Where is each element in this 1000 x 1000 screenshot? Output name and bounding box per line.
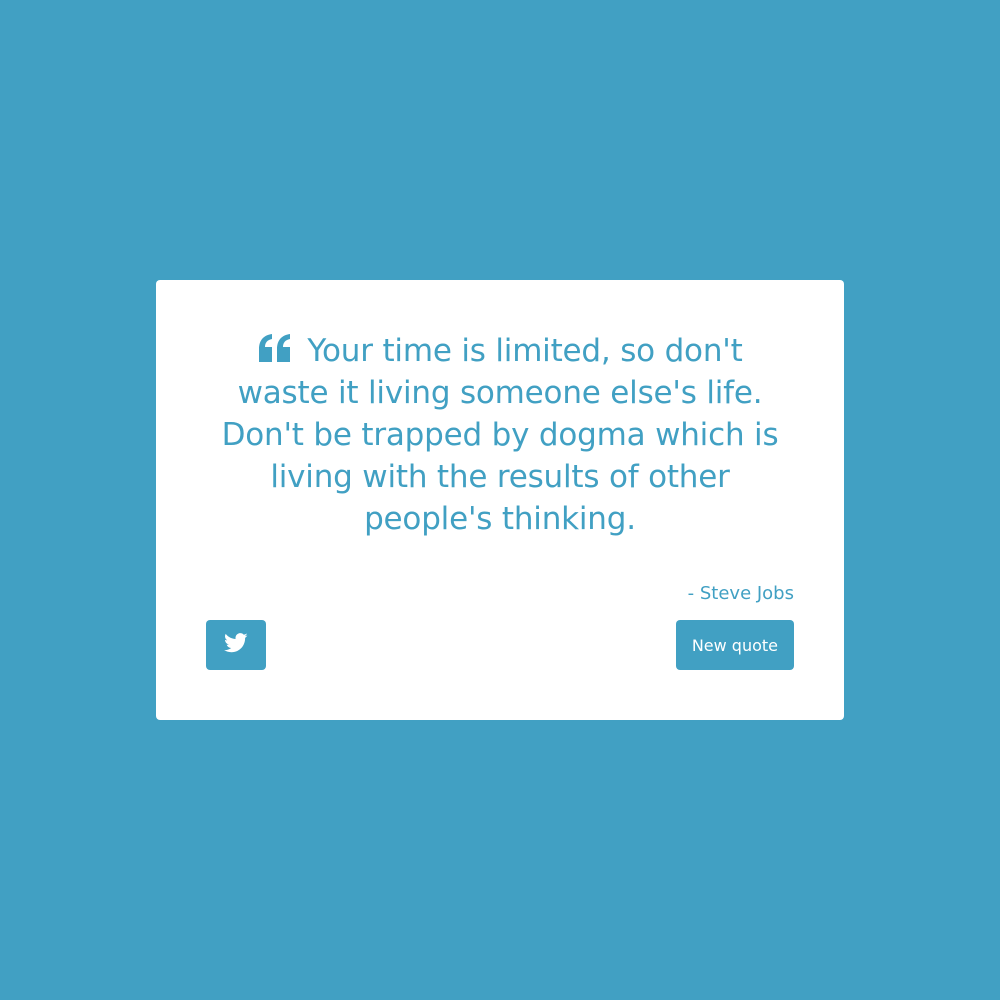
quote-actions: New quote [206, 620, 794, 670]
quote-box: Your time is limited, so don't waste it … [156, 280, 844, 720]
twitter-icon [224, 633, 248, 657]
quote-text: Your time is limited, so don't waste it … [221, 333, 779, 537]
quote-text-block: Your time is limited, so don't waste it … [206, 330, 794, 540]
tweet-quote-button[interactable] [206, 620, 266, 670]
quote-author: - Steve Jobs [687, 583, 794, 604]
new-quote-button[interactable]: New quote [675, 620, 794, 670]
quote-left-icon [257, 333, 293, 363]
